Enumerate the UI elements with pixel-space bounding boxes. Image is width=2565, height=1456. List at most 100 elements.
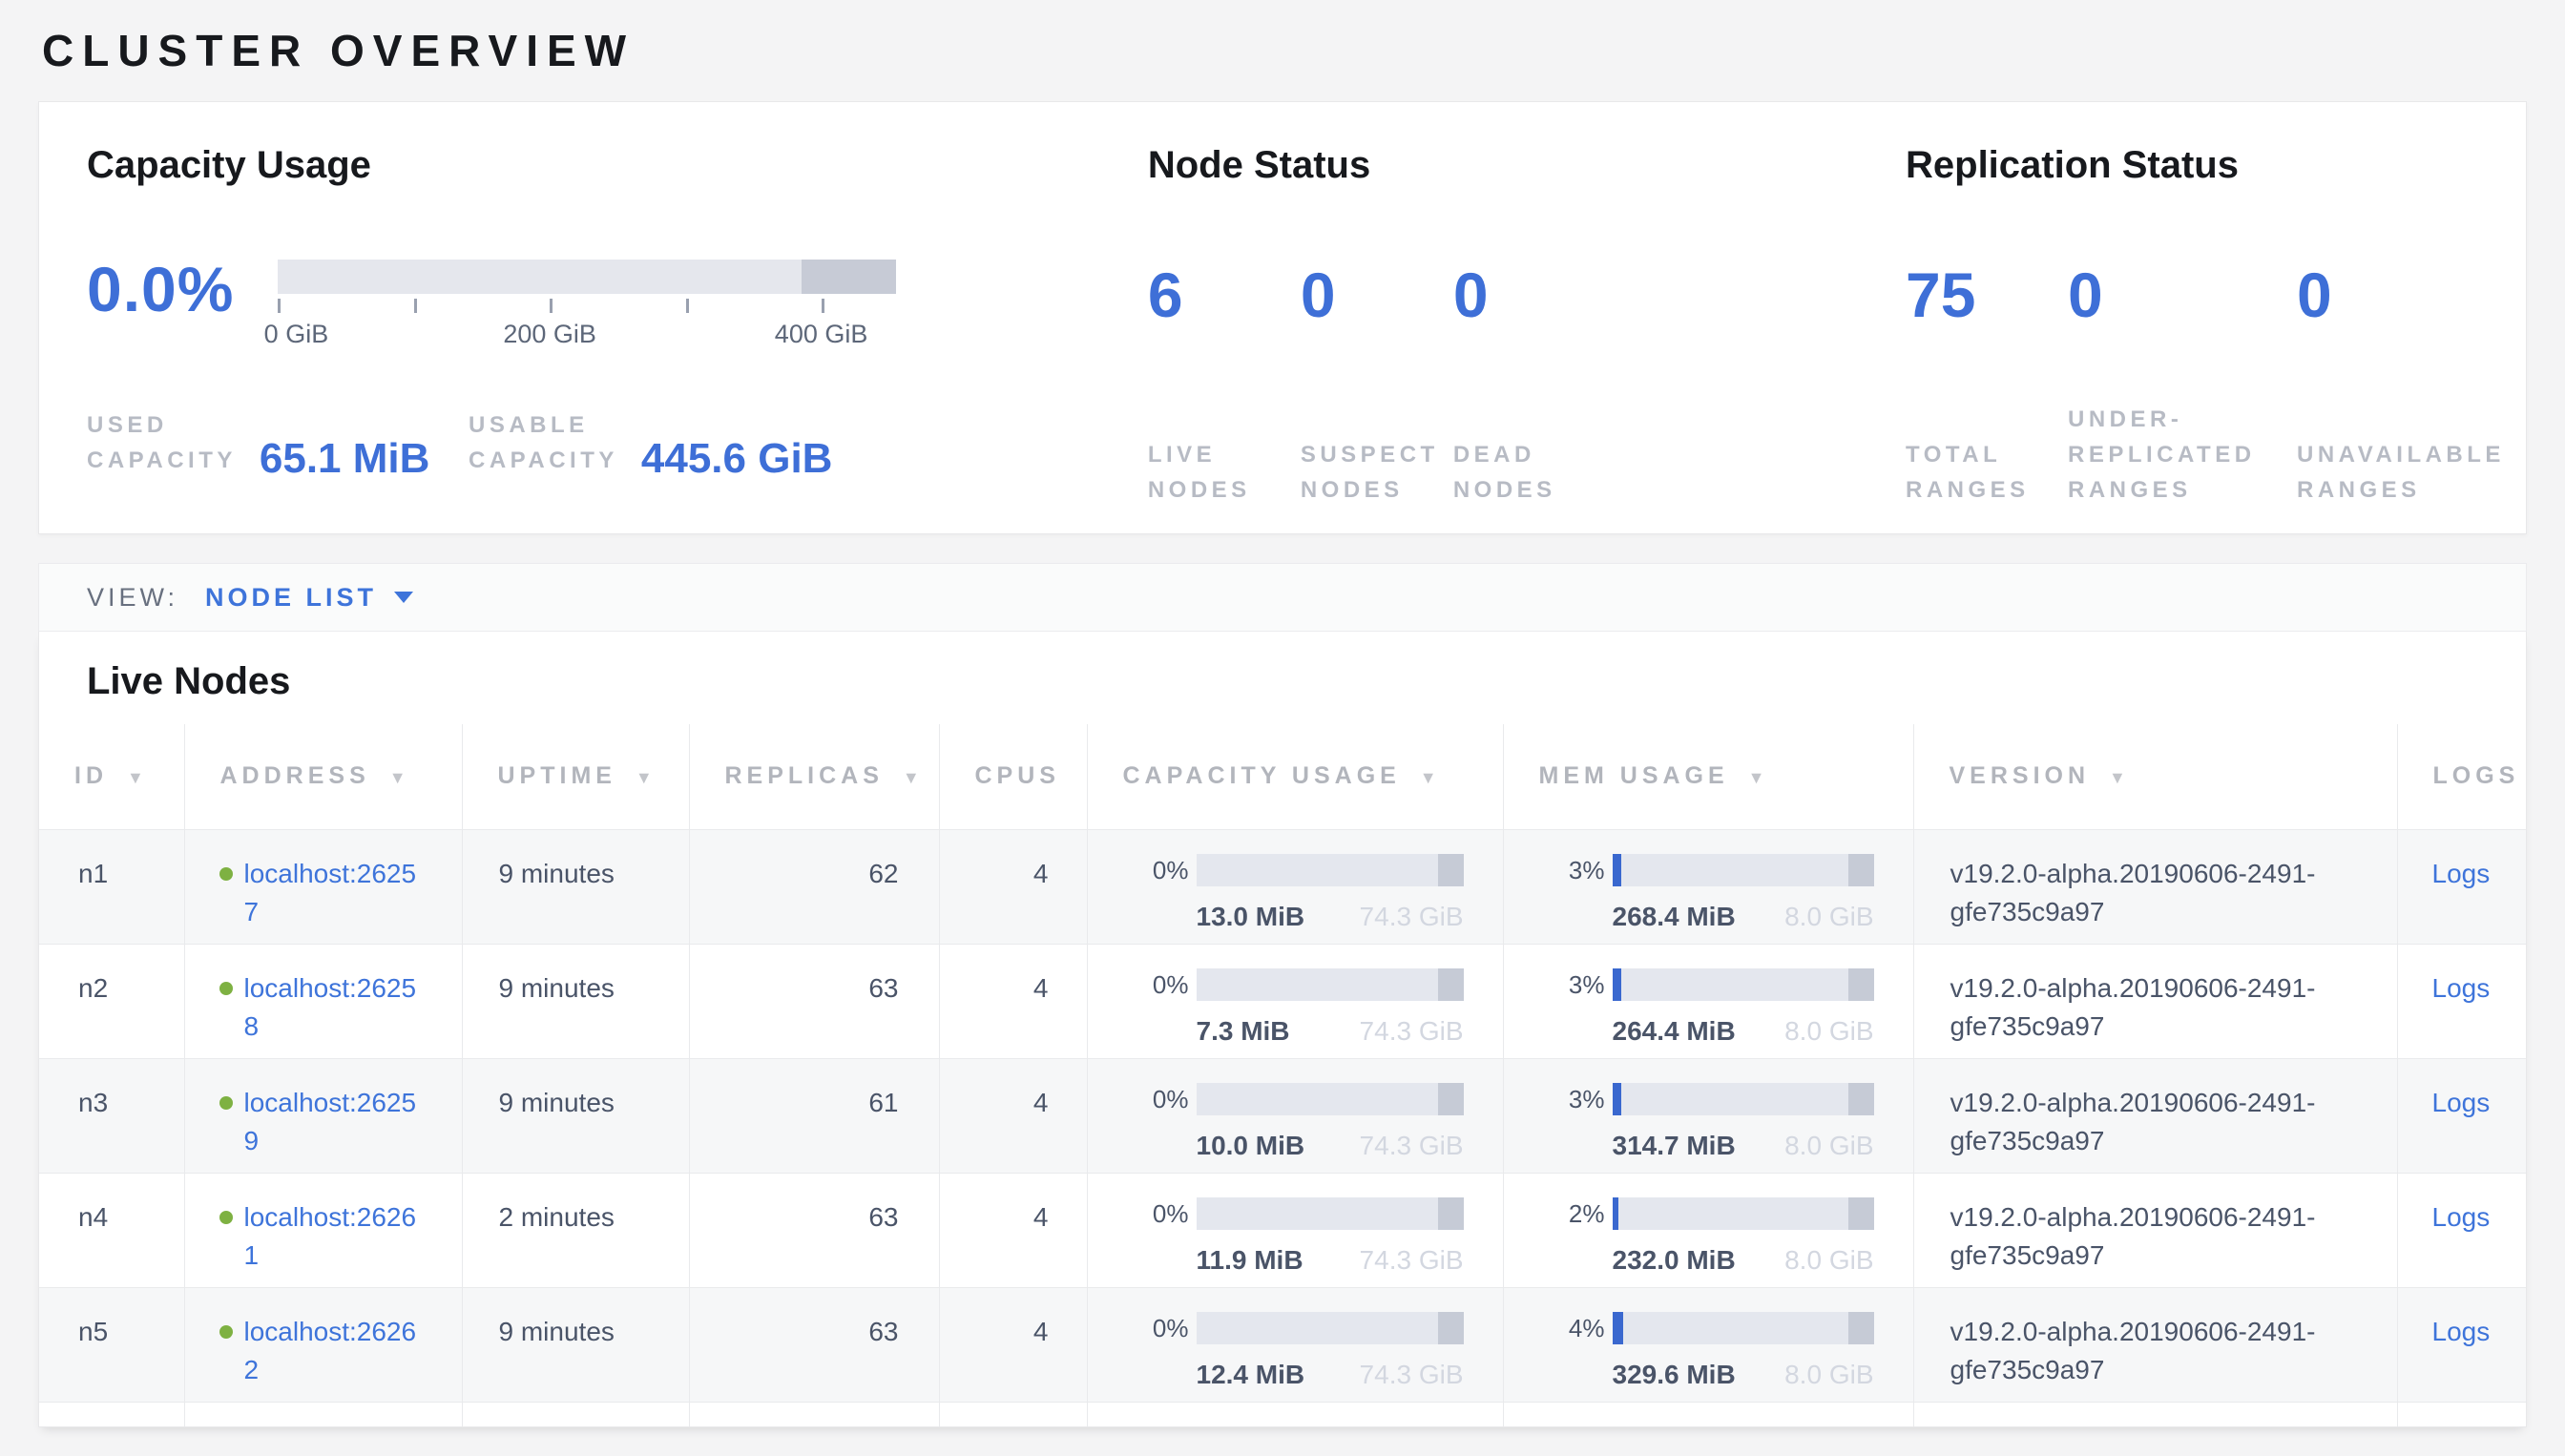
capacity-bar: [1197, 1083, 1464, 1115]
chevron-down-icon[interactable]: [394, 592, 413, 603]
axis-label-200gib: 200 GiB: [503, 320, 596, 349]
node-replicas-cell: 63: [689, 1287, 939, 1402]
logs-link[interactable]: Logs: [2432, 1317, 2491, 1346]
node-cpus-cell: 4: [939, 829, 1087, 944]
sort-desc-icon: ▼: [2109, 768, 2131, 787]
node-live-status-icon: [219, 1325, 233, 1339]
column-header-version[interactable]: VERSION ▼: [1913, 724, 2397, 829]
capacity-gauge-axis: [278, 299, 896, 316]
column-header-capacity-usage[interactable]: CAPACITY USAGE ▼: [1087, 724, 1503, 829]
mem-bar-reserved-segment: [1848, 1083, 1873, 1115]
node-version: v19.2.0-alpha.20190606-2491-gfe735c9a97: [1950, 1088, 2316, 1155]
table-row-partial: [39, 1402, 2526, 1426]
mem-bar-used-fill: [1613, 968, 1621, 1001]
column-header-mem-usage[interactable]: MEM USAGE ▼: [1503, 724, 1913, 829]
node-cpus-cell: 4: [939, 1058, 1087, 1173]
mem-bar: [1613, 968, 1874, 1001]
mem-bar-reserved-segment: [1848, 1197, 1873, 1230]
suspect-nodes-stat: 0 SUSPECT NODES: [1301, 263, 1453, 508]
node-logs-cell: Logs: [2397, 1058, 2526, 1173]
column-header-id[interactable]: ID ▼: [39, 724, 184, 829]
mem-bar-reserved-segment: [1848, 968, 1873, 1001]
capacity-percent-label: 0%: [1126, 1195, 1197, 1233]
mem-total-value: 8.0 GiB: [1784, 1127, 1873, 1165]
node-version-cell: v19.2.0-alpha.20190606-2491-gfe735c9a97: [1913, 944, 2397, 1058]
node-address-cell: localhost:26262: [184, 1287, 462, 1402]
page-title: CLUSTER OVERVIEW: [42, 25, 2527, 76]
table-row: n1 localhost:26257 9 minutes 62 4 0% 13.…: [39, 829, 2526, 944]
column-header-uptime[interactable]: UPTIME ▼: [462, 724, 689, 829]
mem-total-value: 8.0 GiB: [1784, 1241, 1873, 1279]
node-address-cell: localhost:26259: [184, 1058, 462, 1173]
column-header-address[interactable]: ADDRESS ▼: [184, 724, 462, 829]
capacity-gauge-reserved-segment: [802, 260, 896, 294]
node-address-link[interactable]: localhost:26258: [244, 969, 418, 1046]
node-address-link[interactable]: localhost:26261: [244, 1198, 418, 1275]
logs-link[interactable]: Logs: [2432, 973, 2491, 1003]
mem-bar-used-fill: [1613, 1312, 1624, 1344]
node-logs-cell: Logs: [2397, 944, 2526, 1058]
column-header-replicas[interactable]: REPLICAS ▼: [689, 724, 939, 829]
cluster-overview-page: CLUSTER OVERVIEW Capacity Usage 0.0%: [0, 25, 2565, 1427]
node-live-status-icon: [219, 867, 233, 881]
node-version: v19.2.0-alpha.20190606-2491-gfe735c9a97: [1950, 1202, 2316, 1270]
capacity-total-value: 74.3 GiB: [1360, 1241, 1464, 1279]
node-cpus-cell: 4: [939, 1173, 1087, 1287]
total-ranges-stat: 75 TOTAL RANGES: [1906, 263, 2068, 508]
sort-desc-icon: ▼: [389, 768, 411, 787]
table-row: n3 localhost:26259 9 minutes 61 4 0% 10.…: [39, 1058, 2526, 1173]
mem-used-value: 264.4 MiB: [1613, 1012, 1736, 1050]
node-address-link[interactable]: localhost:26257: [244, 855, 418, 931]
usable-capacity-value: 445.6 GiB: [641, 440, 833, 478]
mem-bar-used-fill: [1613, 1197, 1619, 1230]
mem-bar-reserved-segment: [1848, 1312, 1873, 1344]
view-dropdown[interactable]: NODE LIST: [205, 583, 377, 613]
usable-capacity-stat: USABLE CAPACITY 445.6 GiB: [469, 407, 850, 478]
capacity-percent-label: 0%: [1126, 1080, 1197, 1118]
mem-percent-label: 3%: [1542, 851, 1613, 889]
capacity-used-value: 12.4 MiB: [1197, 1356, 1305, 1394]
node-address-link[interactable]: localhost:26259: [244, 1084, 418, 1160]
dead-nodes-stat: 0 DEAD NODES: [1453, 263, 1606, 508]
mem-percent-label: 3%: [1542, 1080, 1613, 1118]
live-nodes-card: Live Nodes ID ▼ ADDRESS ▼ UPTIME ▼ REPLI…: [38, 632, 2527, 1427]
sort-desc-icon: ▼: [127, 768, 149, 787]
logs-link[interactable]: Logs: [2432, 1202, 2491, 1232]
logs-link[interactable]: Logs: [2432, 1088, 2491, 1117]
capacity-used-value: 7.3 MiB: [1197, 1012, 1290, 1050]
table-row: n5 localhost:26262 9 minutes 63 4 0% 12.…: [39, 1287, 2526, 1402]
sort-desc-icon: ▼: [1748, 768, 1770, 787]
sort-desc-icon: ▼: [636, 768, 657, 787]
capacity-bar: [1197, 1312, 1464, 1344]
node-address-link[interactable]: localhost:26262: [244, 1313, 418, 1389]
column-header-cpus[interactable]: CPUS: [939, 724, 1087, 829]
node-mem-usage-cell: 3% 268.4 MiB 8.0 GiB: [1503, 829, 1913, 944]
table-row: n2 localhost:26258 9 minutes 63 4 0% 7.3…: [39, 944, 2526, 1058]
column-header-logs: LOGS: [2397, 724, 2526, 829]
mem-bar-used-fill: [1613, 1083, 1621, 1115]
node-version-cell: v19.2.0-alpha.20190606-2491-gfe735c9a97: [1913, 1287, 2397, 1402]
node-logs-cell: Logs: [2397, 1287, 2526, 1402]
node-replicas-cell: 63: [689, 1173, 939, 1287]
mem-used-value: 268.4 MiB: [1613, 898, 1736, 936]
capacity-bar-reserved-segment: [1438, 1083, 1463, 1115]
replication-status-title: Replication Status: [1906, 144, 2526, 187]
view-selector-bar: VIEW: NODE LIST: [38, 563, 2527, 632]
node-live-status-icon: [219, 982, 233, 995]
node-uptime-cell: 2 minutes: [462, 1173, 689, 1287]
node-address-cell: localhost:26261: [184, 1173, 462, 1287]
mem-percent-label: 2%: [1542, 1195, 1613, 1233]
logs-link[interactable]: Logs: [2432, 859, 2491, 888]
mem-used-value: 329.6 MiB: [1613, 1356, 1736, 1394]
mem-total-value: 8.0 GiB: [1784, 1356, 1873, 1394]
node-capacity-usage-cell: 0% 12.4 MiB 74.3 GiB: [1087, 1287, 1503, 1402]
node-live-status-icon: [219, 1096, 233, 1110]
mem-bar-reserved-segment: [1848, 854, 1873, 886]
capacity-bar-reserved-segment: [1438, 854, 1463, 886]
capacity-used-percent: 0.0%: [87, 258, 278, 354]
node-mem-usage-cell: 2% 232.0 MiB 8.0 GiB: [1503, 1173, 1913, 1287]
used-capacity-value: 65.1 MiB: [260, 440, 430, 478]
node-live-status-icon: [219, 1211, 233, 1224]
table-row: n4 localhost:26261 2 minutes 63 4 0% 11.…: [39, 1173, 2526, 1287]
unavailable-ranges-stat: 0 UNAVAILABLE RANGES: [2297, 263, 2526, 508]
